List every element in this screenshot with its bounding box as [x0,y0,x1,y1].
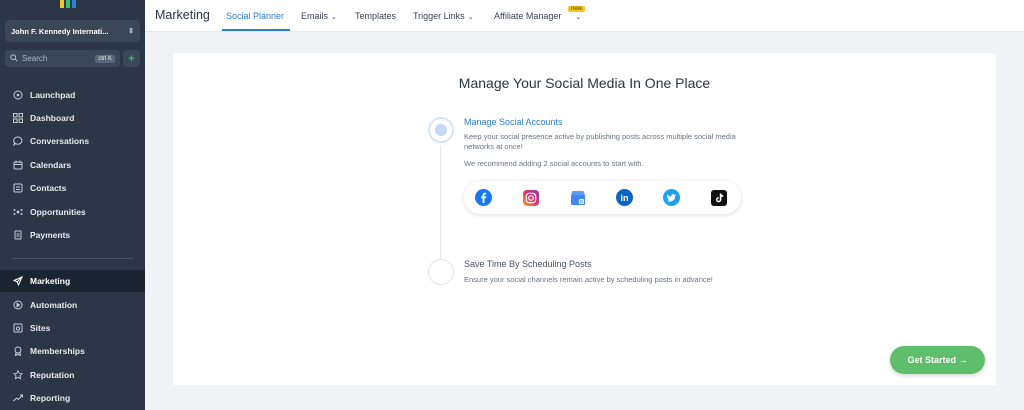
sidebar-item-dashboard[interactable]: Dashboard [0,107,145,129]
contacts-icon [12,183,23,194]
reporting-icon [12,393,23,404]
sidebar-item-launchpad[interactable]: Launchpad [0,84,145,106]
sidebar-item-marketing[interactable]: Marketing [0,270,145,292]
grid-icon [12,113,23,124]
google-business-icon[interactable]: G [569,189,586,206]
step-2-indicator [428,259,454,285]
sidebar-item-label: Launchpad [30,90,76,100]
sidebar-item-label: Opportunities [30,207,86,217]
step-1-indicator [428,117,454,143]
account-switcher[interactable]: John F. Kennedy Internati... ⇕ [5,20,140,42]
sidebar-item-label: Contacts [30,183,67,193]
social-accounts-bar: G in [464,181,741,214]
instagram-icon[interactable] [522,189,539,206]
sidebar-item-label: Marketing [30,276,71,286]
svg-text:G: G [579,199,583,204]
chat-icon [12,136,23,147]
get-started-button[interactable]: Get Started → [890,346,985,374]
sidebar-item-reputation[interactable]: Reputation [0,364,145,386]
sidebar: John F. Kennedy Internati... ⇕ Search ct… [0,0,145,410]
sidebar-item-automation[interactable]: Automation [0,294,145,316]
linkedin-icon[interactable]: in [616,189,633,206]
membership-icon [12,346,23,357]
account-name: John F. Kennedy Internati... [11,26,109,36]
sidebar-item-reporting[interactable]: Reporting [0,387,145,409]
payments-icon [12,230,23,241]
sidebar-item-label: Memberships [30,346,85,356]
quick-add-button[interactable]: + [123,50,140,67]
facebook-icon[interactable] [475,189,492,206]
sidebar-item-label: Calendars [30,160,72,170]
step-1-title[interactable]: Manage Social Accounts [464,117,563,127]
sidebar-item-opportunities[interactable]: Opportunities [0,201,145,223]
top-navigation: Marketing Social Planner Emails ⌄ Templat… [145,0,1024,32]
sidebar-item-label: Sites [30,323,51,333]
tab-emails[interactable]: Emails ⌄ [301,11,337,21]
sidebar-item-contacts[interactable]: Contacts [0,177,145,199]
sidebar-item-calendars[interactable]: Calendars [0,154,145,176]
sidebar-item-label: Automation [30,300,78,310]
rocket-icon [12,90,23,101]
svg-text:in: in [621,193,629,203]
search-input[interactable]: Search ctrl K [5,50,120,67]
tab-trigger-links[interactable]: Trigger Links ⌄ [413,11,474,21]
sidebar-item-payments[interactable]: Payments [0,224,145,246]
card-heading: Manage Your Social Media In One Place [458,75,711,91]
twitter-icon[interactable] [663,189,680,206]
chevron-updown-icon: ⇕ [128,28,134,35]
step-2-description: Ensure your social channels remain activ… [464,275,713,284]
star-icon [12,370,23,381]
sidebar-item-label: Conversations [30,136,90,146]
sidebar-item-sites[interactable]: Sites [0,317,145,339]
sidebar-item-label: Payments [30,230,71,240]
tab-affiliate-manager[interactable]: Affiliate Manager ⌄ [494,11,581,21]
sites-icon [12,323,23,334]
sidebar-item-memberships[interactable]: Memberships [0,340,145,362]
search-placeholder: Search [22,54,48,63]
step-1-hint: We recommend adding 2 social accounts to… [464,159,644,168]
chevron-down-icon: ⌄ [331,14,337,21]
step-2-title: Save Time By Scheduling Posts [464,259,592,269]
sidebar-item-label: Dashboard [30,113,75,123]
logo [60,0,82,8]
sidebar-divider [12,258,133,259]
step-1-description: Keep your social presence active by publ… [464,132,736,151]
new-badge: new [568,6,586,12]
automation-icon [12,300,23,311]
sidebar-item-label: Reporting [30,393,71,403]
search-icon [10,53,18,64]
step-connector [440,145,441,273]
opportunities-icon [12,207,23,218]
social-planner-onboarding-card: Manage Your Social Media In One Place Ma… [173,53,996,385]
search-shortcut: ctrl K [95,54,115,63]
active-tab-indicator [222,29,290,31]
tiktok-icon[interactable] [710,189,727,206]
send-icon [12,276,23,287]
calendar-icon [12,160,23,171]
sidebar-item-label: Reputation [30,370,75,380]
page-title: Marketing [155,8,210,22]
chevron-down-icon: ⌄ [467,14,474,21]
tab-social-planner[interactable]: Social Planner [226,11,284,21]
sidebar-item-conversations[interactable]: Conversations [0,130,145,152]
tab-templates[interactable]: Templates [355,11,396,21]
chevron-down-icon: ⌄ [575,14,582,21]
